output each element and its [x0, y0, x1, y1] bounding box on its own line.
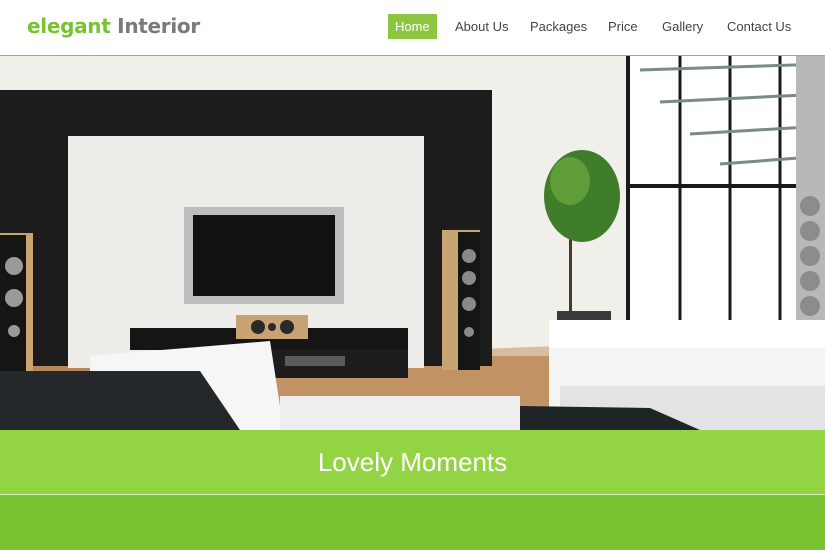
site-logo[interactable]: elegant Interior [27, 14, 200, 38]
lower-band [0, 495, 825, 550]
nav-packages[interactable]: Packages [530, 14, 587, 39]
logo-word-elegant: elegant [27, 14, 111, 38]
nav-home[interactable]: Home [388, 14, 437, 39]
hero-slider [0, 56, 825, 430]
hero-title: Lovely Moments [317, 447, 508, 477]
nav-about-us[interactable]: About Us [455, 14, 508, 39]
hero-image [0, 56, 825, 430]
nav-price[interactable]: Price [608, 14, 638, 39]
nav-gallery[interactable]: Gallery [662, 14, 703, 39]
tv-screen [193, 215, 335, 296]
hero-caption-band: Lovely Moments [0, 430, 825, 495]
hero-window [628, 56, 825, 356]
site-header: elegant Interior Home About Us Packages … [0, 0, 825, 56]
logo-word-interior: Interior [117, 14, 200, 38]
nav-contact-us[interactable]: Contact Us [727, 14, 791, 39]
glass-table [0, 371, 240, 430]
